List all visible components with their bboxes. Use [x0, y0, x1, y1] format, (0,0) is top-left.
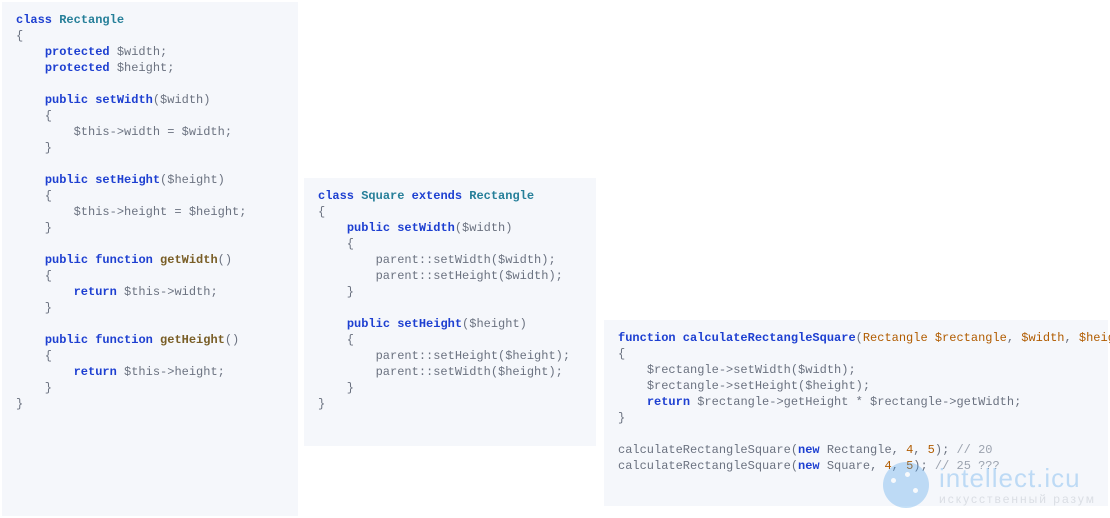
kw-public: public	[45, 173, 88, 187]
comment: // 25 ???	[935, 459, 1000, 473]
kw-function: function	[618, 331, 676, 345]
kw-return: return	[647, 395, 690, 409]
code-block-calculate: function calculateRectangleSquare(Rectan…	[604, 320, 1108, 506]
num-lit: 5	[928, 443, 935, 457]
code-text: );	[913, 459, 935, 473]
kw-public: public	[347, 317, 390, 331]
kw-protected: protected	[45, 45, 110, 59]
code-text: ()	[218, 253, 232, 267]
type-rectangle: Rectangle	[462, 189, 534, 203]
code-text: $this->width;	[117, 285, 218, 299]
param-rect: $rectangle	[928, 331, 1007, 345]
fn-setwidth: setWidth	[390, 221, 455, 235]
comment: // 20	[956, 443, 992, 457]
code-text: $rectangle->getHeight * $rectangle->getW…	[690, 395, 1021, 409]
code-text: );	[935, 443, 957, 457]
code-text: $width;	[110, 45, 168, 59]
kw-new: new	[798, 459, 820, 473]
kw-new: new	[798, 443, 820, 457]
code-text: parent::setHeight($height);	[376, 349, 570, 363]
code-block-rectangle: class Rectangle { protected $width; prot…	[2, 2, 298, 516]
param-type: Rectangle	[863, 331, 928, 345]
kw-return: return	[74, 365, 117, 379]
kw-function: function	[88, 333, 153, 347]
code-text: parent::setWidth($height);	[376, 365, 563, 379]
code-text: ()	[225, 333, 239, 347]
code-text: $rectangle->setWidth($width);	[647, 363, 856, 377]
fn-setwidth: setWidth	[88, 93, 153, 107]
code-text: $this->height = $height;	[74, 205, 247, 219]
fn-setheight: setHeight	[88, 173, 160, 187]
code-text: ($height)	[462, 317, 527, 331]
code-text: ,	[913, 443, 927, 457]
kw-class: class	[16, 13, 52, 27]
code-text: ,	[1007, 331, 1021, 345]
type-rectangle: Rectangle	[59, 13, 124, 27]
kw-public: public	[45, 333, 88, 347]
code-text: $height;	[110, 61, 175, 75]
kw-public: public	[45, 253, 88, 267]
kw-extends: extends	[404, 189, 462, 203]
code-text: Square	[820, 459, 870, 473]
kw-function: function	[88, 253, 153, 267]
type-square: Square	[354, 189, 404, 203]
code-text: ,	[892, 443, 906, 457]
param-height: $height	[1079, 331, 1110, 345]
code-text: calculateRectangleSquare(	[618, 443, 798, 457]
code-text: ($width)	[455, 221, 513, 235]
code-block-square: class Square extends Rectangle { public …	[304, 178, 596, 446]
code-text: ($height)	[160, 173, 225, 187]
param-width: $width	[1021, 331, 1064, 345]
kw-return: return	[74, 285, 117, 299]
code-text: parent::setHeight($width);	[376, 269, 563, 283]
code-text: $rectangle->setHeight($height);	[647, 379, 870, 393]
code-text: ,	[892, 459, 906, 473]
code-text: $this->width = $width;	[74, 125, 232, 139]
code-text: Rectangle	[820, 443, 892, 457]
code-text: calculateRectangleSquare(	[618, 459, 798, 473]
kw-protected: protected	[45, 61, 110, 75]
fn-setheight: setHeight	[390, 317, 462, 331]
code-text: ,	[1065, 331, 1079, 345]
fn-getheight: getHeight	[153, 333, 225, 347]
kw-public: public	[45, 93, 88, 107]
fn-getwidth: getWidth	[153, 253, 218, 267]
code-text: (	[856, 331, 863, 345]
kw-public: public	[347, 221, 390, 235]
code-text: parent::setWidth($width);	[376, 253, 556, 267]
kw-class: class	[318, 189, 354, 203]
code-text: ($width)	[153, 93, 211, 107]
code-text: $this->height;	[117, 365, 225, 379]
num-lit: 4	[884, 459, 891, 473]
code-text: ,	[870, 459, 884, 473]
fn-calcrectsq: calculateRectangleSquare	[676, 331, 856, 345]
